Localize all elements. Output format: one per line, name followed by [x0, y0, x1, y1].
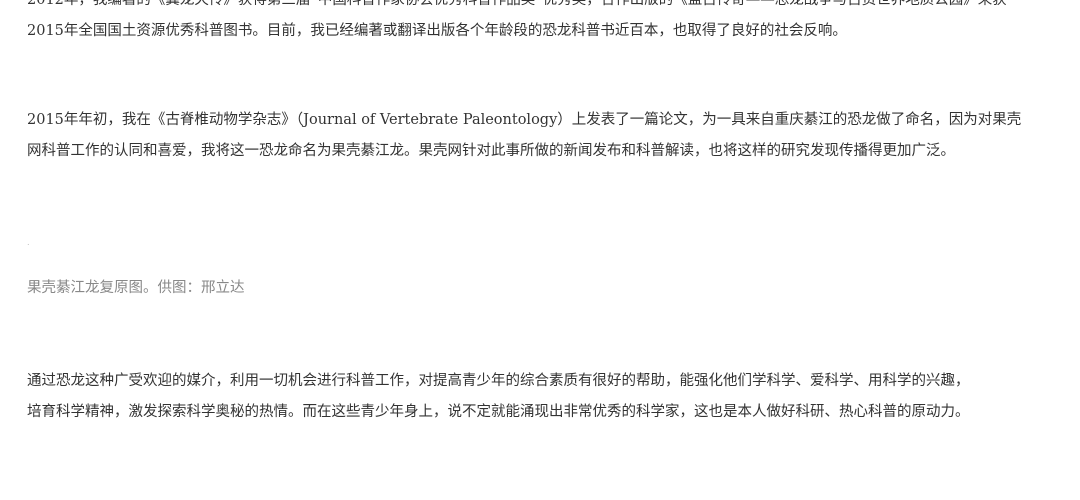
paragraph-line: 培育科学精神，激发探索科学奥秘的热情。而在这些青少年身上，说不定就能涌现出非常优… [27, 404, 970, 420]
paragraph-line: 2012年，我编著的《翼龙天传》获得第三届“中国科普作家协会优秀科普作品奖”优秀… [27, 0, 1007, 8]
paragraph-awards: 2012年，我编著的《翼龙天传》获得第三届“中国科普作家协会优秀科普作品奖”优秀… [27, 0, 1057, 47]
paragraph-dinosaur-naming: 2015年年初，我在《古脊椎动物学杂志》（Journal of Vertebra… [27, 105, 1057, 167]
paragraph-line: 2015年年初，我在《古脊椎动物学杂志》（Journal of Vertebra… [27, 112, 1022, 128]
paragraph-motivation: 通过恐龙这种广受欢迎的媒介，利用一切机会进行科普工作，对提高青少年的综合素质有很… [27, 366, 1057, 428]
image-placeholder-mark: . [27, 238, 30, 247]
paragraph-line: 通过恐龙这种广受欢迎的媒介，利用一切机会进行科普工作，对提高青少年的综合素质有很… [27, 373, 970, 389]
image-caption: 果壳綦江龙复原图。供图：邢立达 [27, 280, 245, 296]
paragraph-line: 网科普工作的认同和喜爱，我将这一恐龙命名为果壳綦江龙。果壳网针对此事所做的新闻发… [27, 143, 955, 159]
paragraph-line: 2015年全国国土资源优秀科普图书。目前，我已经编著或翻译出版各个年龄段的恐龙科… [27, 23, 847, 39]
